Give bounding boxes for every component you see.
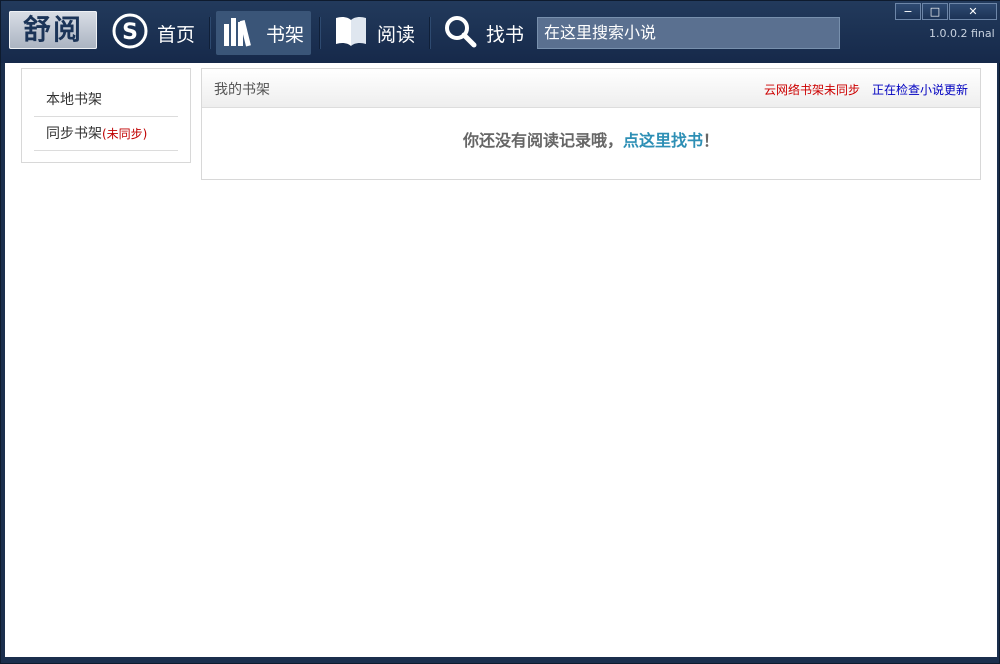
empty-message: 你还没有阅读记录哦，点这里找书！ xyxy=(202,127,980,151)
bookshelf-panel: 我的书架 云网络书架未同步 正在检查小说更新 你还没有阅读记录哦，点这里找书！ xyxy=(201,68,981,180)
search-icon xyxy=(442,13,478,54)
nav-home-label: 首页 xyxy=(157,23,196,46)
main-content: 本地书架 同步书架(未同步) 我的书架 云网络书架未同步 正在检查小说更新 你还… xyxy=(5,63,997,657)
empty-message-suffix: ！ xyxy=(703,131,720,150)
sidebar-item-sync-shelf[interactable]: 同步书架(未同步) xyxy=(34,117,178,151)
nav-separator xyxy=(429,17,430,49)
version-label: 1.0.0.2 final xyxy=(929,27,995,40)
nav-separator xyxy=(209,17,210,49)
nav-read[interactable]: 阅读 xyxy=(333,11,419,55)
nav-shelf-label: 书架 xyxy=(266,23,305,46)
nav-read-label: 阅读 xyxy=(377,23,416,46)
sidebar-item-label: 本地书架 xyxy=(46,92,102,108)
cloud-sync-warning[interactable]: 云网络书架未同步 xyxy=(764,81,860,98)
home-s-icon: S xyxy=(111,12,149,55)
maximize-button[interactable]: □ xyxy=(922,3,948,20)
app-logo: 舒阅 xyxy=(9,11,97,49)
sync-status-badge: (未同步) xyxy=(102,127,148,141)
find-books-link[interactable]: 点这里找书 xyxy=(623,131,703,150)
bookshelf-icon xyxy=(222,14,258,53)
nav-shelf[interactable]: 书架 xyxy=(216,11,311,55)
minimize-button[interactable]: − xyxy=(895,3,921,20)
title-bar: 舒阅 S 首页 书架 阅读 找书 在这里搜索小说 − □ ✕ 1.0.0.2 f… xyxy=(1,1,1000,63)
nav-find-label: 找书 xyxy=(486,23,525,46)
panel-title: 我的书架 xyxy=(214,82,270,98)
nav-separator xyxy=(319,17,320,49)
search-input[interactable]: 在这里搜索小说 xyxy=(537,17,840,49)
empty-message-prefix: 你还没有阅读记录哦， xyxy=(462,131,623,150)
sidebar-item-local-shelf[interactable]: 本地书架 xyxy=(34,83,178,117)
close-button[interactable]: ✕ xyxy=(949,3,997,20)
update-status: 正在检查小说更新 xyxy=(872,83,969,97)
svg-text:S: S xyxy=(122,20,138,45)
nav-find[interactable]: 找书 xyxy=(442,11,527,55)
nav-home[interactable]: S 首页 xyxy=(111,11,203,55)
open-book-icon xyxy=(333,14,369,53)
panel-header: 我的书架 云网络书架未同步 正在检查小说更新 xyxy=(202,69,980,108)
sidebar-item-label: 同步书架 xyxy=(46,126,102,142)
sidebar: 本地书架 同步书架(未同步) xyxy=(21,68,191,163)
app-window: 舒阅 S 首页 书架 阅读 找书 在这里搜索小说 − □ ✕ 1.0.0.2 f… xyxy=(0,0,1000,664)
